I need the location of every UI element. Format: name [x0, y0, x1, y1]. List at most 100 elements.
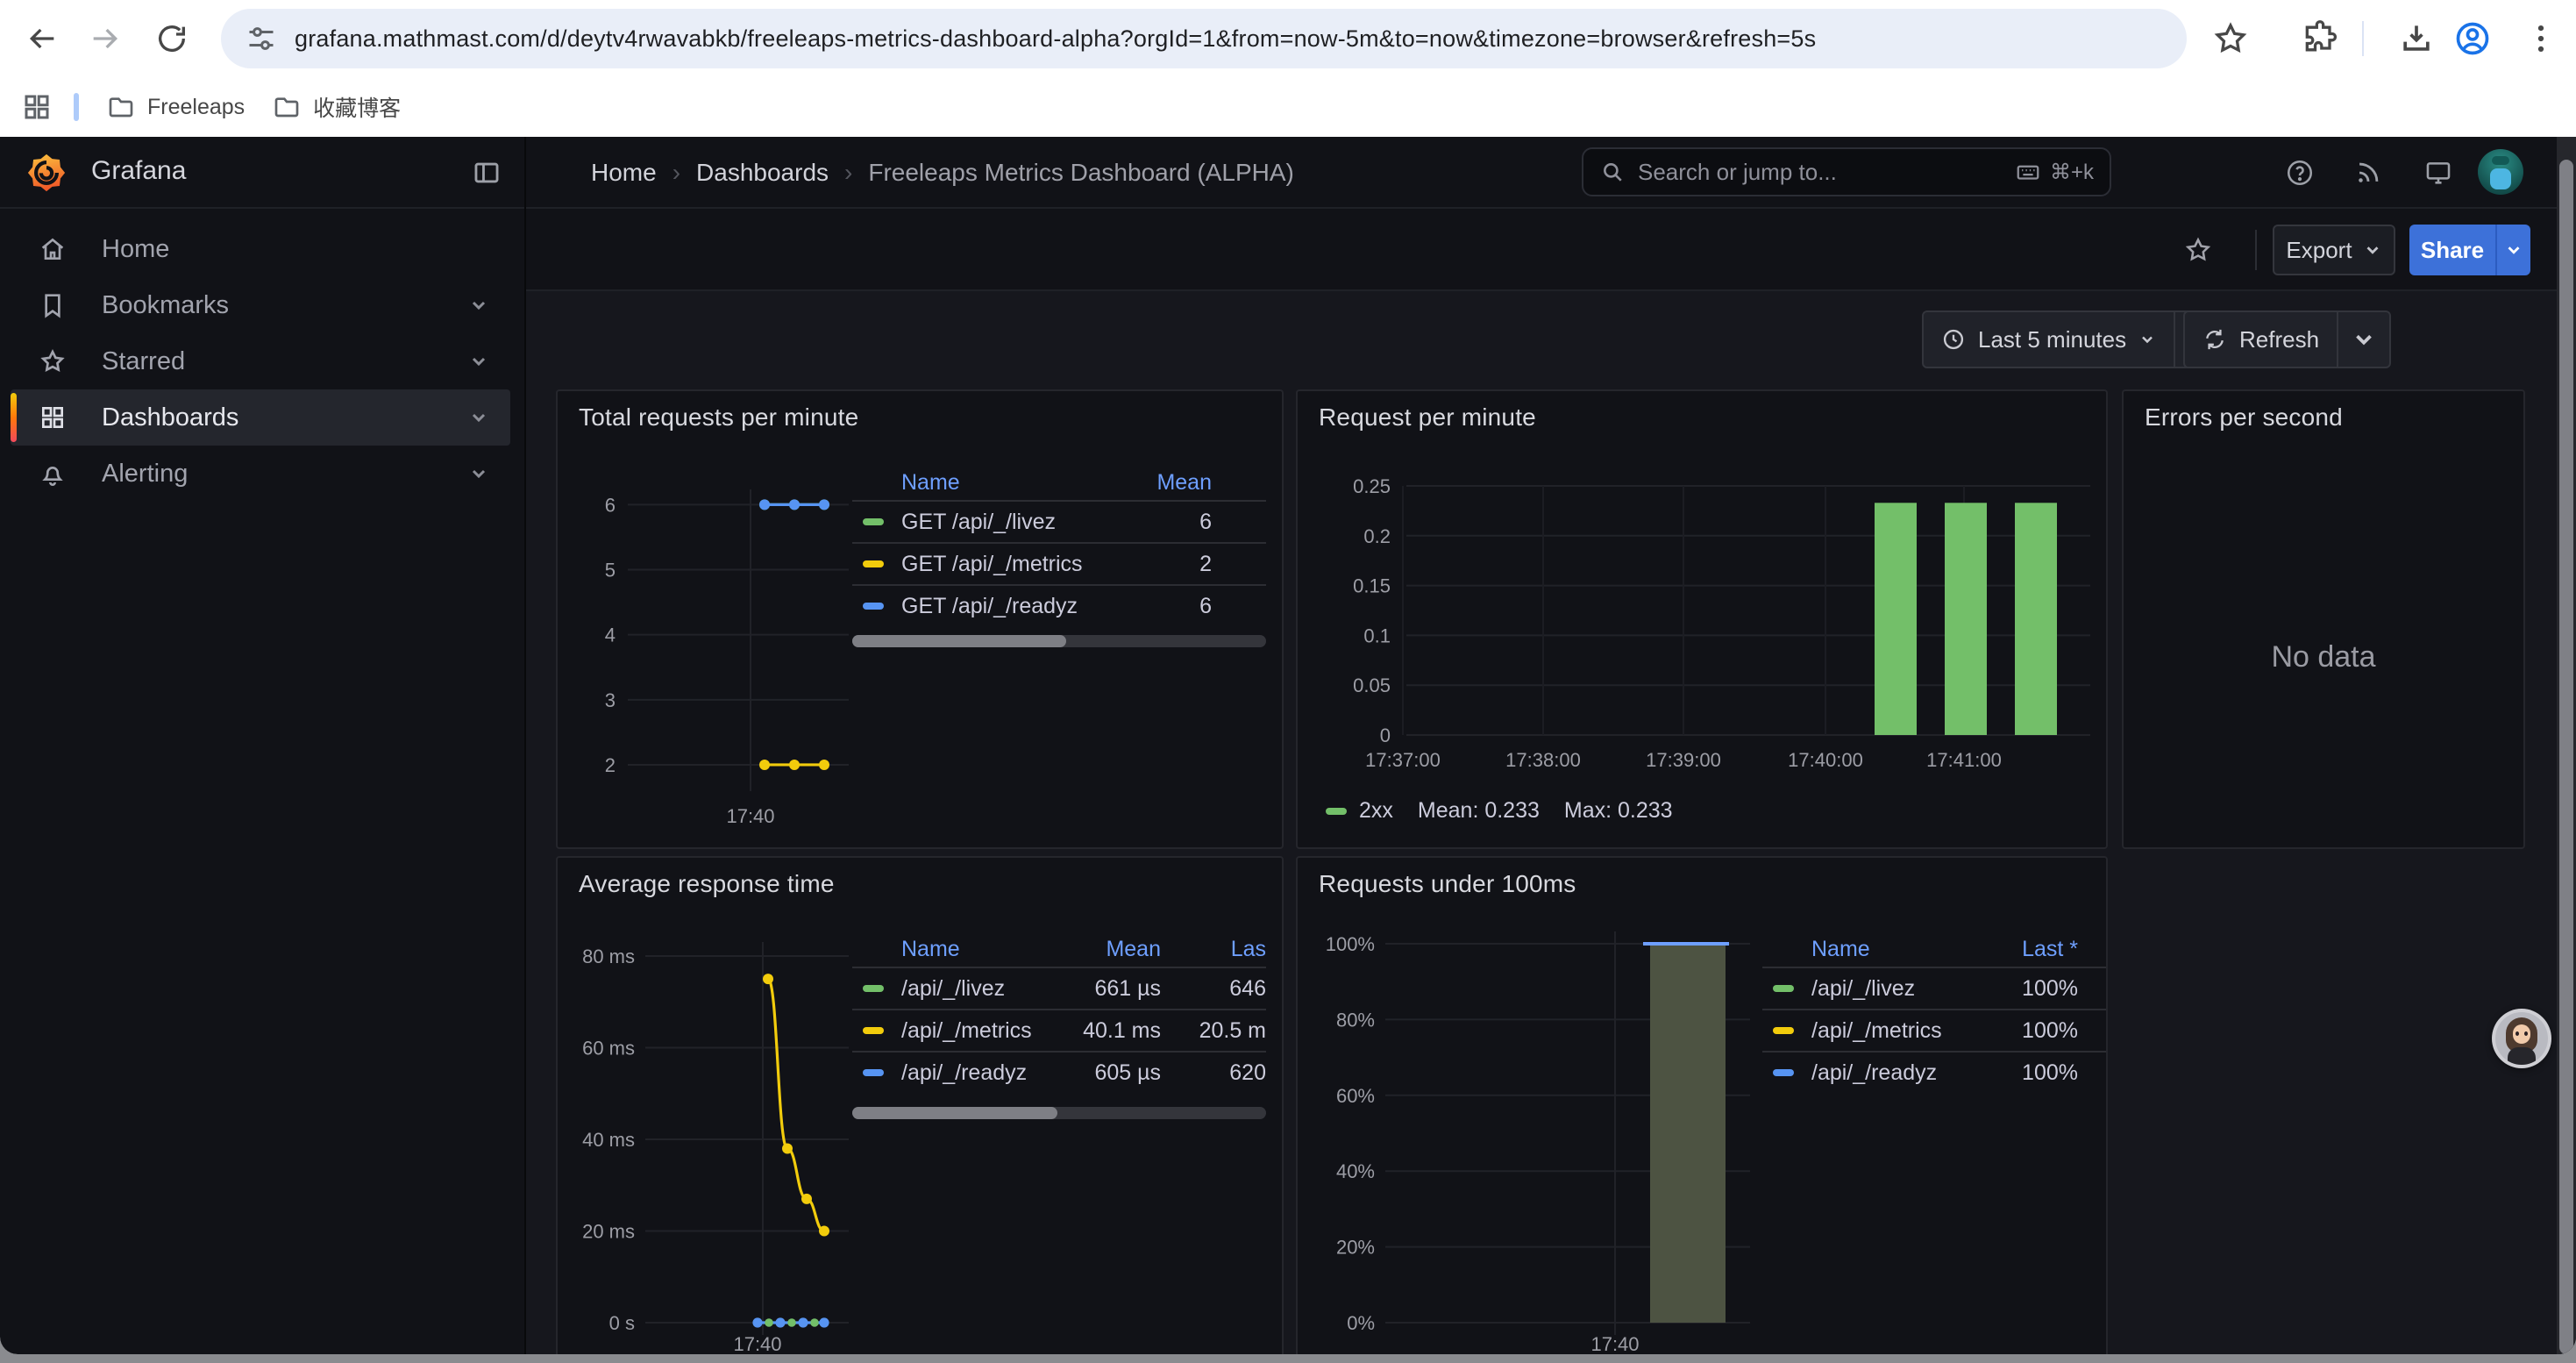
url-text[interactable]: grafana.mathmast.com/d/deytv4rwavabkb/fr… — [295, 25, 1816, 53]
svg-text:17:40:00: 17:40:00 — [1788, 749, 1863, 771]
search-input[interactable]: Search or jump to... ⌘+k — [1582, 147, 2111, 196]
legend-series-name[interactable]: /api/_/readyz — [1811, 1060, 1955, 1086]
url-bar[interactable]: grafana.mathmast.com/d/deytv4rwavabkb/fr… — [221, 9, 2187, 68]
svg-text:0 s: 0 s — [609, 1312, 635, 1334]
chevron-down-icon — [2351, 326, 2377, 353]
favorite-star-icon[interactable] — [2183, 235, 2213, 265]
share-dropdown-button[interactable] — [2495, 225, 2530, 275]
sidebar-item-alerting[interactable]: Alerting — [11, 446, 510, 502]
legend-series-name[interactable]: /api/_/livez — [901, 976, 1077, 1002]
dashboard-actions-bar: Export Share — [526, 209, 2576, 291]
grafana-logo-icon[interactable] — [26, 153, 67, 193]
search-shortcut: ⌘+k — [2050, 160, 2094, 185]
breadcrumb-dashboards[interactable]: Dashboards — [696, 159, 829, 187]
share-button-group: Share — [2409, 225, 2530, 275]
search-placeholder: Search or jump to... — [1638, 159, 2015, 186]
browser-window: grafana.mathmast.com/d/deytv4rwavabkb/fr… — [0, 0, 2576, 1354]
svg-text:40%: 40% — [1336, 1160, 1375, 1182]
refresh-button[interactable]: Refresh — [2185, 312, 2337, 367]
legend-series-name[interactable]: GET /api/_/metrics — [901, 552, 1107, 577]
legend-header-row: NameMean — [852, 465, 1266, 500]
bookmark-icon — [39, 291, 67, 319]
legend-series-name[interactable]: /api/_/readyz — [901, 1060, 1077, 1086]
bookmarks-bar: Freeleaps 收藏博客 — [0, 77, 2576, 137]
svg-text:17:40: 17:40 — [733, 1333, 781, 1354]
svg-text:6: 6 — [605, 494, 616, 516]
legend-swatch — [863, 985, 884, 992]
news-rss-icon[interactable] — [2353, 158, 2383, 188]
bell-icon — [39, 460, 67, 488]
legend-series-name[interactable]: /api/_/metrics — [901, 1018, 1077, 1044]
svg-text:60%: 60% — [1336, 1085, 1375, 1107]
legend-series-name[interactable]: GET /api/_/readyz — [901, 594, 1107, 619]
legend-col-value: Las — [1161, 937, 1266, 962]
svg-text:17:38:00: 17:38:00 — [1505, 749, 1581, 771]
profile-icon[interactable] — [2453, 19, 2492, 58]
legend-max: Max: 0.233 — [1564, 798, 1673, 824]
sidebar-toggle-icon[interactable] — [472, 158, 502, 188]
svg-text:100%: 100% — [1326, 933, 1375, 955]
chevron-down-icon[interactable] — [468, 407, 489, 428]
sidebar-item-home[interactable]: Home — [11, 221, 510, 277]
bookmark-star-icon[interactable] — [2211, 19, 2250, 58]
bookmark-folder-freeleaps[interactable]: Freeleaps — [107, 93, 245, 121]
chevron-down-icon[interactable] — [468, 295, 489, 316]
chevron-down-icon[interactable] — [468, 351, 489, 372]
page-scrollbar — [2557, 137, 2576, 1354]
chart-legend: 2xx Mean: 0.233 Max: 0.233 — [1326, 798, 1673, 824]
legend-series-name[interactable]: 2xx — [1359, 798, 1393, 824]
apps-grid-icon[interactable] — [21, 91, 53, 123]
svg-text:0%: 0% — [1347, 1312, 1375, 1334]
share-button[interactable]: Share — [2409, 225, 2495, 275]
legend-swatch — [1773, 985, 1794, 992]
scrollbar-thumb[interactable] — [2559, 160, 2573, 1354]
legend-value: 2 — [1107, 552, 1212, 577]
reload-icon[interactable] — [151, 18, 193, 60]
bookmark-folder-blogs[interactable]: 收藏博客 — [273, 91, 401, 123]
breadcrumb-home[interactable]: Home — [591, 159, 657, 187]
legend-value: 100% — [1955, 976, 2078, 1002]
back-icon[interactable] — [21, 18, 63, 60]
sidebar-item-starred[interactable]: Starred — [11, 333, 510, 389]
time-range-button[interactable]: Last 5 minutes — [1924, 312, 2174, 367]
chevron-down-icon[interactable] — [468, 463, 489, 484]
sidebar-item-bookmarks[interactable]: Bookmarks — [11, 277, 510, 333]
dashboards-grid-icon — [39, 403, 67, 432]
legend-swatch — [863, 1027, 884, 1034]
legend-scrollbar[interactable] — [852, 1107, 1266, 1119]
forward-icon[interactable] — [84, 18, 126, 60]
refresh-icon — [2202, 327, 2227, 352]
legend-row: /api/_/readyz605 µs620 — [852, 1051, 1266, 1093]
menu-dots-icon[interactable] — [2522, 19, 2560, 58]
monitor-icon[interactable] — [2423, 158, 2453, 188]
legend-series-name[interactable]: GET /api/_/livez — [901, 510, 1107, 535]
legend-series-name[interactable]: /api/_/metrics — [1811, 1018, 1955, 1044]
legend-row: /api/_/metrics40.1 ms20.5 m — [852, 1009, 1266, 1051]
svg-text:17:41:00: 17:41:00 — [1926, 749, 2002, 771]
legend-value: 40.1 ms — [1077, 1018, 1161, 1044]
svg-text:80 ms: 80 ms — [582, 946, 635, 967]
help-icon[interactable] — [2285, 158, 2315, 188]
chevron-down-icon — [2504, 240, 2523, 260]
breadcrumb: Home › Dashboards › Freeleaps Metrics Da… — [591, 137, 1294, 209]
svg-text:0.05: 0.05 — [1353, 674, 1391, 696]
assistant-avatar[interactable] — [2492, 1009, 2551, 1068]
downloads-icon[interactable] — [2397, 19, 2436, 58]
panel-title[interactable]: Errors per second — [2145, 403, 2343, 432]
legend-row: /api/_/livez661 µs646 — [852, 967, 1266, 1009]
export-button[interactable]: Export — [2273, 225, 2395, 275]
panel-average-response-time: Average response time 80 ms60 ms40 ms20 … — [556, 856, 1284, 1354]
legend-col-name: Name — [1811, 937, 1955, 962]
user-avatar[interactable] — [2478, 149, 2523, 195]
home-icon — [39, 235, 67, 263]
legend-series-name[interactable]: /api/_/livez — [1811, 976, 1955, 1002]
sidebar-item-dashboards[interactable]: Dashboards — [11, 389, 510, 446]
extensions-icon[interactable] — [2301, 19, 2339, 58]
actions-divider — [2255, 230, 2257, 270]
folder-icon — [107, 93, 135, 121]
request-per-minute-chart[interactable]: 0.250.20.150.10.05017:37:0017:38:0017:39… — [1298, 391, 2110, 851]
refresh-interval-dropdown[interactable] — [2337, 312, 2389, 367]
legend-row: /api/_/livez100% — [1762, 967, 2106, 1009]
legend-scrollbar[interactable] — [852, 635, 1266, 647]
site-settings-icon[interactable] — [246, 23, 277, 54]
